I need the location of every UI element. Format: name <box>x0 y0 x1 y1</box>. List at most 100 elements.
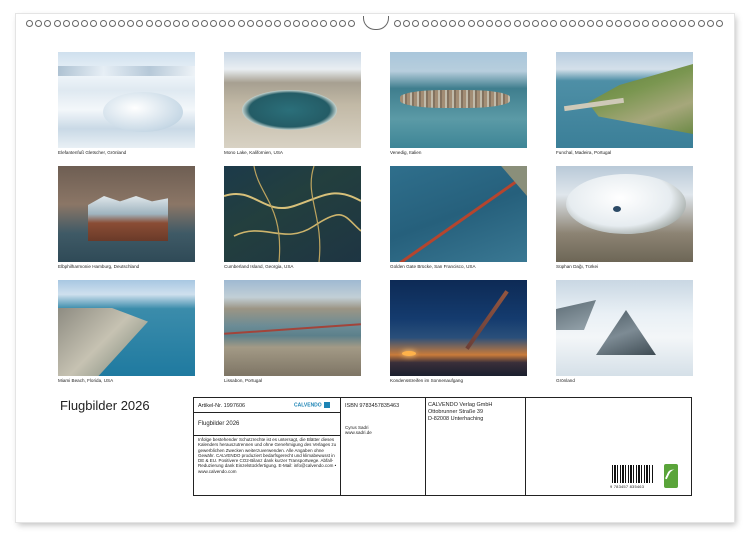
photo-tile[interactable]: Cumberland Island, Georgia, USA <box>224 166 361 269</box>
photo-tile[interactable]: Grönland <box>556 280 693 383</box>
photo-caption: Funchal, Madeira, Portugal <box>556 150 612 155</box>
binding-hole <box>651 20 659 27</box>
photo-tile[interactable]: Lissabon, Portugal <box>224 280 361 383</box>
binding-hole <box>108 20 116 27</box>
binding-hole <box>421 20 429 27</box>
binding-hole <box>348 20 355 27</box>
photo-caption: Elbphilharmonie Hamburg, Deutschland <box>58 264 140 269</box>
product-title: Flugbilder 2026 <box>198 421 240 427</box>
binding-hole <box>164 20 171 27</box>
photo-caption: Kondensstreifen im Sonnenaufgang <box>390 378 464 383</box>
photo-miami-beach <box>58 280 195 376</box>
binding-hole <box>256 20 263 27</box>
divider <box>340 398 341 495</box>
binding-hole <box>191 20 199 27</box>
binding-hole <box>182 20 190 27</box>
binding-hole <box>587 20 595 27</box>
calvendo-logo: CALVENDO <box>294 402 330 408</box>
binding-hole <box>320 20 328 27</box>
logo-text: CALVENDO <box>294 402 322 409</box>
binding-hole <box>605 20 613 27</box>
binding-hole <box>467 20 475 27</box>
binding-hole <box>136 20 144 27</box>
binding-hole <box>99 20 107 27</box>
binding-hole <box>578 20 585 27</box>
legal-text: Infolge bestehender Schutzrechte ist es … <box>198 437 337 474</box>
binding-hole <box>394 20 401 27</box>
logo-icon <box>323 402 330 408</box>
marsh-pattern <box>224 166 361 262</box>
photo-kondensstreifen <box>390 280 527 376</box>
binding-hole <box>660 20 668 27</box>
barcode-number: 9 783457 835463 <box>610 484 645 489</box>
binding-hole <box>559 20 567 27</box>
photo-golden-gate <box>390 166 527 262</box>
binding-hole <box>449 20 457 27</box>
photo-tile[interactable]: Golden Gate Brücke, San Francisco, USA <box>390 166 527 269</box>
photo-caption: Grönland <box>556 378 575 383</box>
photo-mono-lake <box>224 52 361 148</box>
binding-hole <box>283 20 291 27</box>
binding-hole <box>614 20 622 27</box>
photo-groenland <box>556 280 693 376</box>
binding-hole <box>403 20 411 27</box>
photo-venedig <box>390 52 527 148</box>
binding-hole <box>274 20 282 27</box>
binding-hole <box>513 20 521 27</box>
photo-tile[interactable]: Elefantenfuß Gletscher, Grönland <box>58 52 195 155</box>
photo-tile[interactable]: Mono Lake, Kalifornien, USA <box>224 52 361 155</box>
photo-caption: Süphan Dağı, Türkei <box>556 264 599 269</box>
binding-hole <box>200 20 208 27</box>
binding-hole <box>72 20 79 27</box>
binding-hole <box>532 20 539 27</box>
binding-hole <box>706 20 714 27</box>
divider <box>525 398 526 495</box>
binding-hole <box>311 20 319 27</box>
fsc-leaf-icon <box>664 464 678 488</box>
photo-tile[interactable]: Kondensstreifen im Sonnenaufgang <box>390 280 527 383</box>
photo-tile[interactable]: Venedig, Italien <box>390 52 527 155</box>
binding-hole <box>127 20 135 27</box>
divider <box>425 398 426 495</box>
binding-hole <box>228 20 236 27</box>
publisher-street: Ottobrunner Straße 39 <box>428 409 484 415</box>
photo-tile[interactable]: Elbphilharmonie Hamburg, Deutschland <box>58 166 195 269</box>
binding-hole <box>53 20 61 27</box>
photo-caption: Cumberland Island, Georgia, USA <box>224 264 294 269</box>
binding-hole <box>265 20 273 27</box>
photo-caption: Lissabon, Portugal <box>224 378 263 383</box>
binding-hole <box>329 20 337 27</box>
binding-hole <box>237 20 245 27</box>
binding-hole <box>219 20 227 27</box>
binding-hole <box>541 20 549 27</box>
binding-hole <box>504 20 512 27</box>
binding-hole <box>44 20 52 27</box>
binding-hole <box>35 20 43 27</box>
binding-hole <box>486 20 493 27</box>
binding-hole <box>476 20 484 27</box>
binding-hole <box>458 20 466 27</box>
binding-hole <box>412 20 420 27</box>
binding-hole <box>173 20 181 27</box>
article-number: Artikel-Nr. 1997606 <box>198 403 246 409</box>
photo-caption: Miami Beach, Florida, USA <box>58 378 114 383</box>
binding-hole <box>302 20 309 27</box>
binding-hole <box>633 20 641 27</box>
binding-hole <box>81 20 89 27</box>
photo-tile[interactable]: Funchal, Madeira, Portugal <box>556 52 693 155</box>
binding-hole <box>568 20 576 27</box>
binding-hole <box>210 20 217 27</box>
photo-caption: Mono Lake, Kalifornien, USA <box>224 150 283 155</box>
binding-hole <box>642 20 650 27</box>
photo-tile[interactable]: Süphan Dağı, Türkei <box>556 166 693 269</box>
binding-hole <box>338 20 346 27</box>
binding-hole <box>154 20 162 27</box>
photo-caption: Venedig, Italien <box>390 150 422 155</box>
divider <box>194 435 340 436</box>
photo-elbphilharmonie <box>58 166 195 262</box>
photo-tile[interactable]: Miami Beach, Florida, USA <box>58 280 195 383</box>
photo-cumberland <box>224 166 361 262</box>
binding-hole <box>624 20 631 27</box>
binding-hole <box>679 20 687 27</box>
publisher-name: CALVENDO Verlag GmbH <box>428 402 493 408</box>
